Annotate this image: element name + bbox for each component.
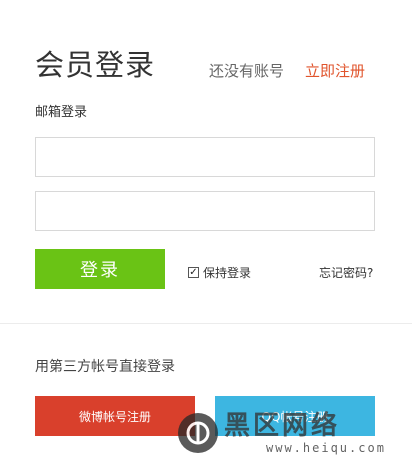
email-login-label: 邮箱登录	[35, 105, 88, 120]
remember-me[interactable]: ✓ 保持登录	[188, 264, 251, 281]
remember-checkbox[interactable]: ✓	[188, 267, 199, 278]
login-button[interactable]: 登录	[35, 249, 165, 289]
weibo-register-button[interactable]: 微博帐号注册	[35, 396, 195, 436]
divider	[0, 323, 412, 324]
password-field[interactable]	[35, 191, 375, 231]
register-link[interactable]: 立即注册	[305, 60, 365, 81]
forgot-password-link[interactable]: 忘记密码?	[319, 264, 373, 281]
remember-label: 保持登录	[203, 266, 252, 280]
third-party-label: 用第三方帐号直接登录	[35, 359, 175, 375]
page-title: 会员登录	[35, 48, 156, 82]
qq-register-button[interactable]: QQ帐号注册	[215, 396, 375, 436]
username-field[interactable]	[35, 137, 375, 177]
no-account-text: 还没有账号	[209, 62, 285, 80]
watermark-url: www.heiqu.com	[266, 441, 386, 455]
